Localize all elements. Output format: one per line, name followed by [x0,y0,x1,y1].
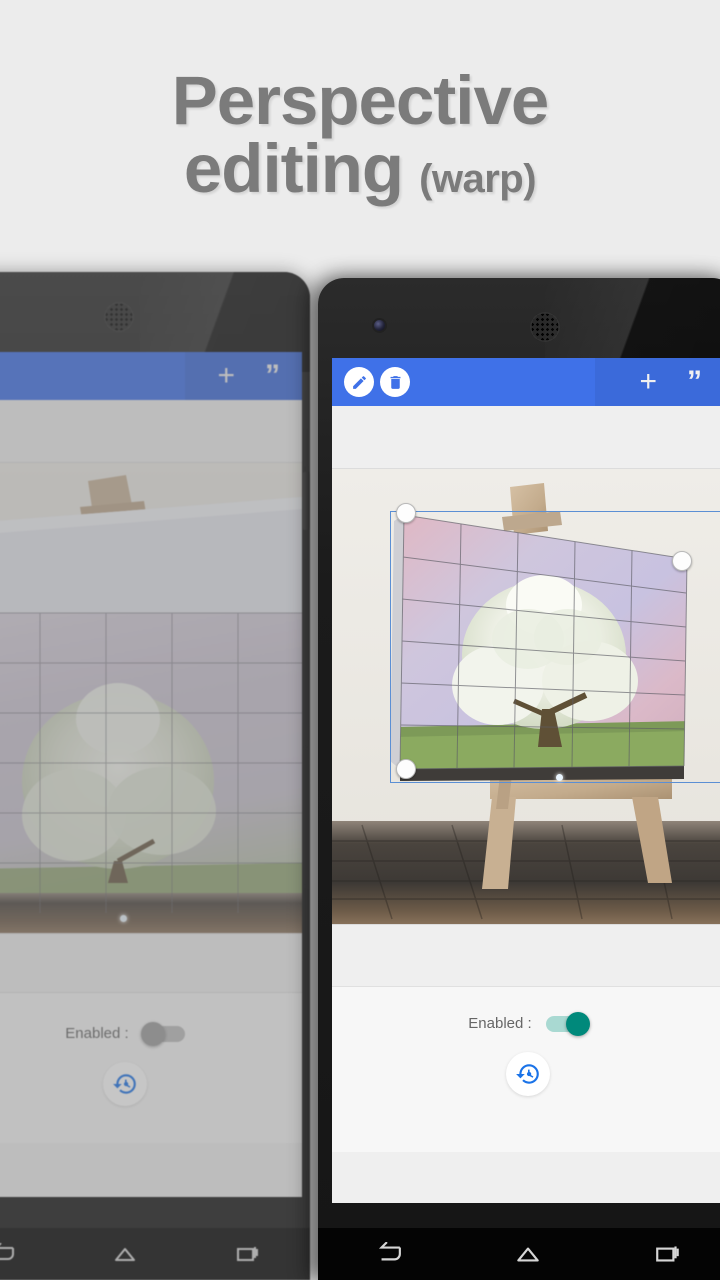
home-nav-icon[interactable] [112,1243,138,1265]
page-title-suffix: (warp) [419,157,537,201]
back-nav-icon[interactable] [0,1243,15,1265]
warp-handle-bottom-center[interactable] [120,915,127,922]
front-nav-bar [318,1228,720,1280]
earpiece-speaker-icon [104,302,134,332]
enabled-toggle[interactable] [545,1011,590,1036]
phone-top-bezel [0,272,310,352]
background-phone: + ” Enabled: [0,272,310,1280]
front-app-bar-left-icons [332,367,410,397]
back-nav-bar [0,1228,310,1280]
back-app-bar: + ” [0,352,302,400]
quote-action[interactable]: ” [687,367,702,397]
add-action[interactable]: + [639,367,657,397]
back-image-canvas[interactable] [0,462,302,934]
front-enabled-row: Enabled : [468,1011,590,1036]
enabled-label: Enabled : [65,1025,129,1042]
foreground-phone: + ” Enabled: [318,278,720,1280]
back-phone-screen: + ” Enabled: [0,352,302,1197]
enabled-toggle[interactable] [140,1021,185,1046]
reset-button[interactable] [506,1052,550,1096]
warp-selection-box [390,511,720,783]
promo-header: Perspective editing (warp) [0,0,720,270]
back-controls-panel: Enabled : [0,993,302,1143]
enabled-label: Enabled : [468,1015,532,1032]
page-title-line2: editing [183,130,404,207]
back-app-bar-actions: + ” [217,361,302,391]
edit-icon[interactable] [344,367,374,397]
toggle-thumb [565,1011,590,1036]
warp-handle-bottom-left[interactable] [396,759,416,779]
delete-icon[interactable] [380,367,410,397]
front-camera-icon [374,320,385,331]
front-image-canvas[interactable] [332,468,720,925]
volume-button[interactable] [303,472,310,530]
back-nav-icon[interactable] [374,1242,402,1266]
recents-nav-icon[interactable] [235,1243,261,1265]
page-title-line1: Perspective [171,62,549,140]
front-controls-panel: Enabled : [332,987,720,1152]
page-title-row2: editing (warp) [183,130,537,207]
add-action[interactable]: + [217,361,235,391]
quote-action[interactable]: ” [265,361,280,391]
reset-button[interactable] [103,1062,147,1106]
warp-handle-bottom-center[interactable] [556,774,563,781]
front-app-bar: + ” [332,358,720,406]
front-photo-scene [332,469,720,924]
phone-top-bezel [318,278,720,358]
recents-nav-icon[interactable] [654,1242,682,1266]
back-content-area: Enabled : [0,400,302,1197]
back-photo-scene [0,463,302,933]
home-nav-icon[interactable] [514,1242,542,1266]
earpiece-speaker-icon [530,312,560,342]
back-enabled-row: Enabled : [65,1021,185,1046]
warp-handle-top-left[interactable] [396,503,416,523]
toggle-thumb [140,1021,165,1046]
front-phone-screen: + ” Enabled: [332,358,720,1203]
warp-handle-top-right[interactable] [672,551,692,571]
front-content-area: Enabled : [332,406,720,1203]
front-app-bar-actions: + ” [639,367,720,397]
